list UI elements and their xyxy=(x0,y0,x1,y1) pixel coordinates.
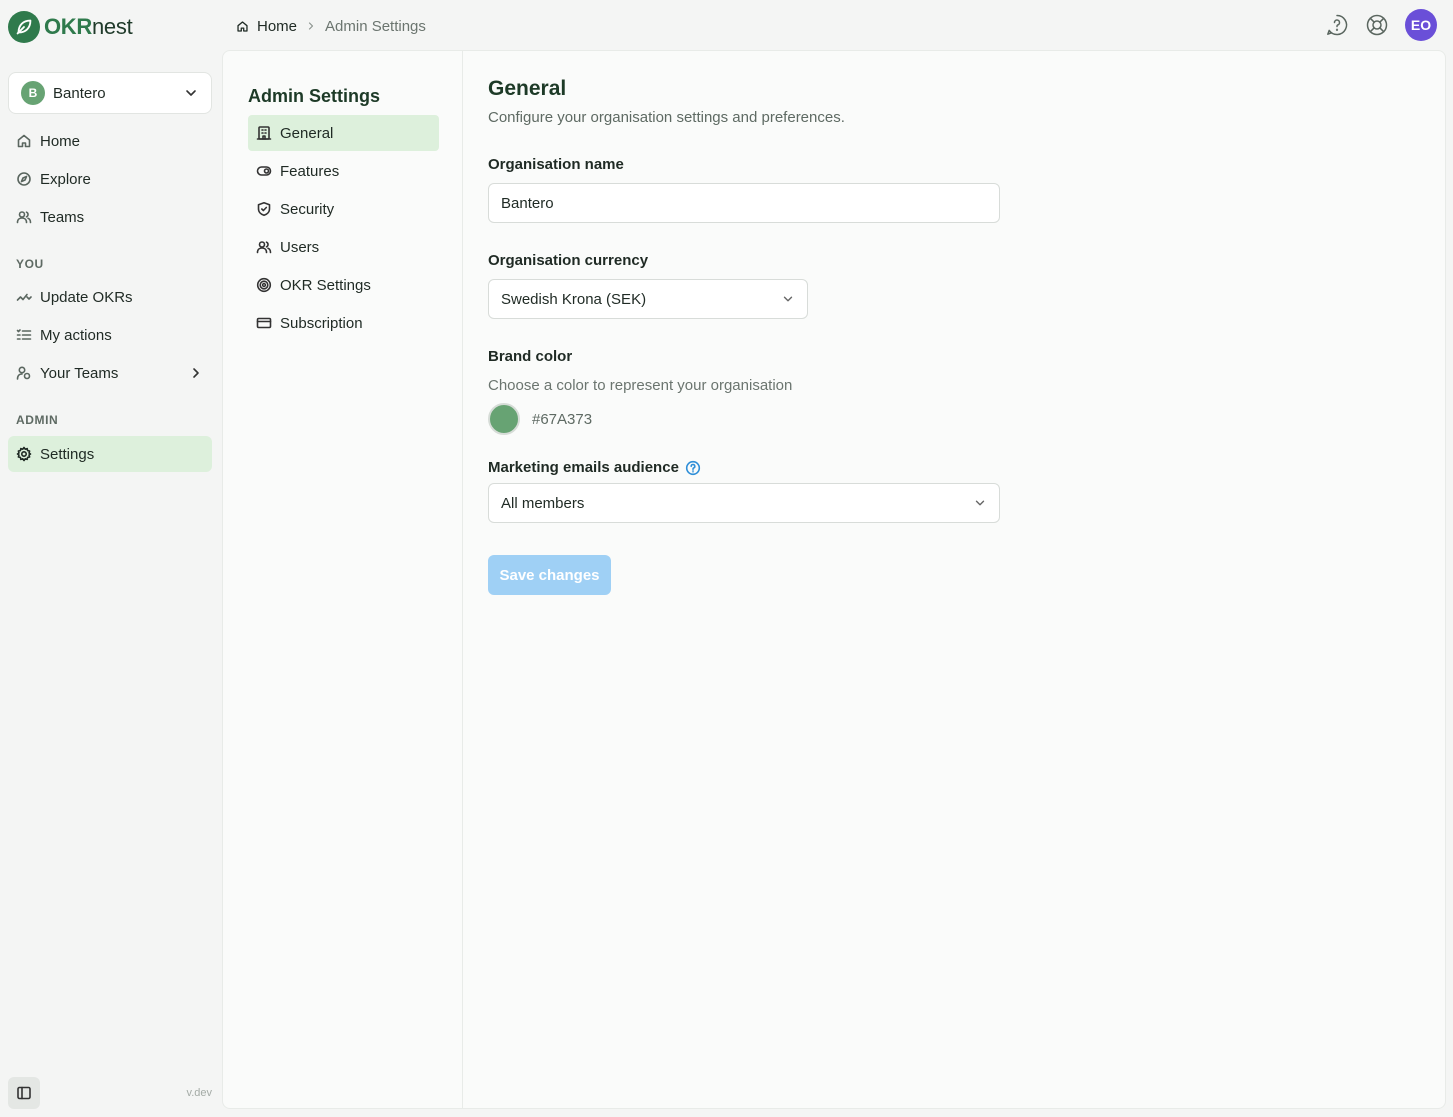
brand-color-swatch[interactable] xyxy=(488,403,520,435)
nav-item-label: My actions xyxy=(40,326,112,344)
currency-label: Organisation currency xyxy=(488,252,649,269)
main-panel: Admin Settings General Features Security… xyxy=(222,50,1446,1109)
users-icon xyxy=(256,239,272,255)
nav-item-label: Home xyxy=(40,132,81,150)
sidebar-toggle-icon xyxy=(16,1085,32,1101)
settings-item-okr-settings[interactable]: OKR Settings xyxy=(248,267,439,303)
settings-item-label: General xyxy=(280,124,334,142)
shield-icon xyxy=(256,201,272,217)
chevron-down-icon xyxy=(973,496,987,510)
brand-color-helper: Choose a color to represent your organis… xyxy=(488,377,793,394)
settings-item-label: Users xyxy=(280,238,320,256)
user-avatar[interactable]: EO xyxy=(1405,9,1437,41)
credit-card-icon xyxy=(256,315,272,331)
chevron-right-icon xyxy=(188,365,204,381)
settings-item-label: Features xyxy=(280,162,340,180)
breadcrumb: Home Admin Settings xyxy=(236,17,426,35)
settings-item-subscription[interactable]: Subscription xyxy=(248,305,439,341)
currency-value: Swedish Krona (SEK) xyxy=(501,290,647,308)
chevron-down-icon xyxy=(781,292,795,306)
building-icon xyxy=(256,125,272,141)
admin-nav: Settings xyxy=(8,436,212,474)
sidebar: OKRnest B Bantero Home Explore Teams YOU… xyxy=(0,0,222,1117)
settings-nav: Admin Settings General Features Security… xyxy=(223,51,463,1108)
main-nav: Home Explore Teams xyxy=(8,123,212,237)
settings-item-users[interactable]: Users xyxy=(248,229,439,265)
chevron-right-icon xyxy=(305,20,317,32)
user-group-icon xyxy=(16,365,32,381)
top-actions: EO xyxy=(1325,9,1437,41)
support-lifebuoy-icon[interactable] xyxy=(1365,13,1389,37)
home-icon xyxy=(16,133,32,149)
nav-item-home[interactable]: Home xyxy=(8,123,212,159)
marketing-audience-label-text: Marketing emails audience xyxy=(488,459,679,476)
leaf-logo-icon xyxy=(8,11,40,43)
page-subtitle: Configure your organisation settings and… xyxy=(488,109,845,126)
settings-item-general[interactable]: General xyxy=(248,115,439,151)
settings-item-label: OKR Settings xyxy=(280,276,371,294)
brand-color-hex: #67A373 xyxy=(532,411,593,428)
org-name: Bantero xyxy=(53,84,106,102)
section-label-you: YOU xyxy=(16,257,44,271)
nav-item-label: Update OKRs xyxy=(40,288,133,306)
org-avatar: B xyxy=(21,81,45,105)
settings-item-label: Security xyxy=(280,200,335,218)
target-icon xyxy=(256,277,272,293)
brand-color-label: Brand color xyxy=(488,348,573,365)
compass-icon xyxy=(16,171,32,187)
org-name-input[interactable]: Bantero xyxy=(488,183,1000,223)
nav-item-my-actions[interactable]: My actions xyxy=(8,317,212,353)
nav-item-your-teams[interactable]: Your Teams xyxy=(8,355,212,391)
page-title: General xyxy=(488,77,567,100)
breadcrumb-current: Admin Settings xyxy=(325,17,426,35)
app-logo[interactable]: OKRnest xyxy=(8,11,133,43)
you-nav: Update OKRs My actions Your Teams xyxy=(8,279,212,393)
nav-item-update-okrs[interactable]: Update OKRs xyxy=(8,279,212,315)
version-label: v.dev xyxy=(186,1087,212,1099)
nav-item-teams[interactable]: Teams xyxy=(8,199,212,235)
org-switcher[interactable]: B Bantero xyxy=(8,72,212,114)
collapse-sidebar-button[interactable] xyxy=(8,1077,40,1109)
nav-item-label: Settings xyxy=(40,445,95,463)
breadcrumb-home[interactable]: Home xyxy=(236,18,297,35)
checklist-icon xyxy=(16,327,32,343)
section-label-admin: ADMIN xyxy=(16,413,59,427)
home-icon xyxy=(236,20,249,33)
users-icon xyxy=(16,209,32,225)
chevron-down-icon xyxy=(183,85,199,101)
settings-list: General Features Security Users OKR Sett… xyxy=(248,115,439,343)
gear-icon xyxy=(16,446,32,462)
currency-select[interactable]: Swedish Krona (SEK) xyxy=(488,279,808,319)
marketing-audience-select[interactable]: All members xyxy=(488,483,1000,523)
marketing-audience-label: Marketing emails audience xyxy=(488,459,701,476)
settings-item-security[interactable]: Security xyxy=(248,191,439,227)
settings-item-features[interactable]: Features xyxy=(248,153,439,189)
help-circle-icon[interactable] xyxy=(685,460,701,476)
nav-item-label: Explore xyxy=(40,170,91,188)
help-chat-icon[interactable] xyxy=(1325,13,1349,37)
save-changes-button[interactable]: Save changes xyxy=(488,555,611,595)
marketing-audience-value: All members xyxy=(501,494,585,512)
toggle-icon xyxy=(256,163,272,179)
nav-item-label: Your Teams xyxy=(40,364,119,382)
nav-item-label: Teams xyxy=(40,208,85,226)
nav-item-explore[interactable]: Explore xyxy=(8,161,212,197)
activity-icon xyxy=(16,289,32,305)
org-name-label: Organisation name xyxy=(488,156,624,173)
logo-text: OKRnest xyxy=(44,14,133,39)
settings-nav-title: Admin Settings xyxy=(248,86,381,106)
nav-item-settings[interactable]: Settings xyxy=(8,436,212,472)
settings-item-label: Subscription xyxy=(280,314,363,332)
breadcrumb-home-label: Home xyxy=(257,17,298,35)
